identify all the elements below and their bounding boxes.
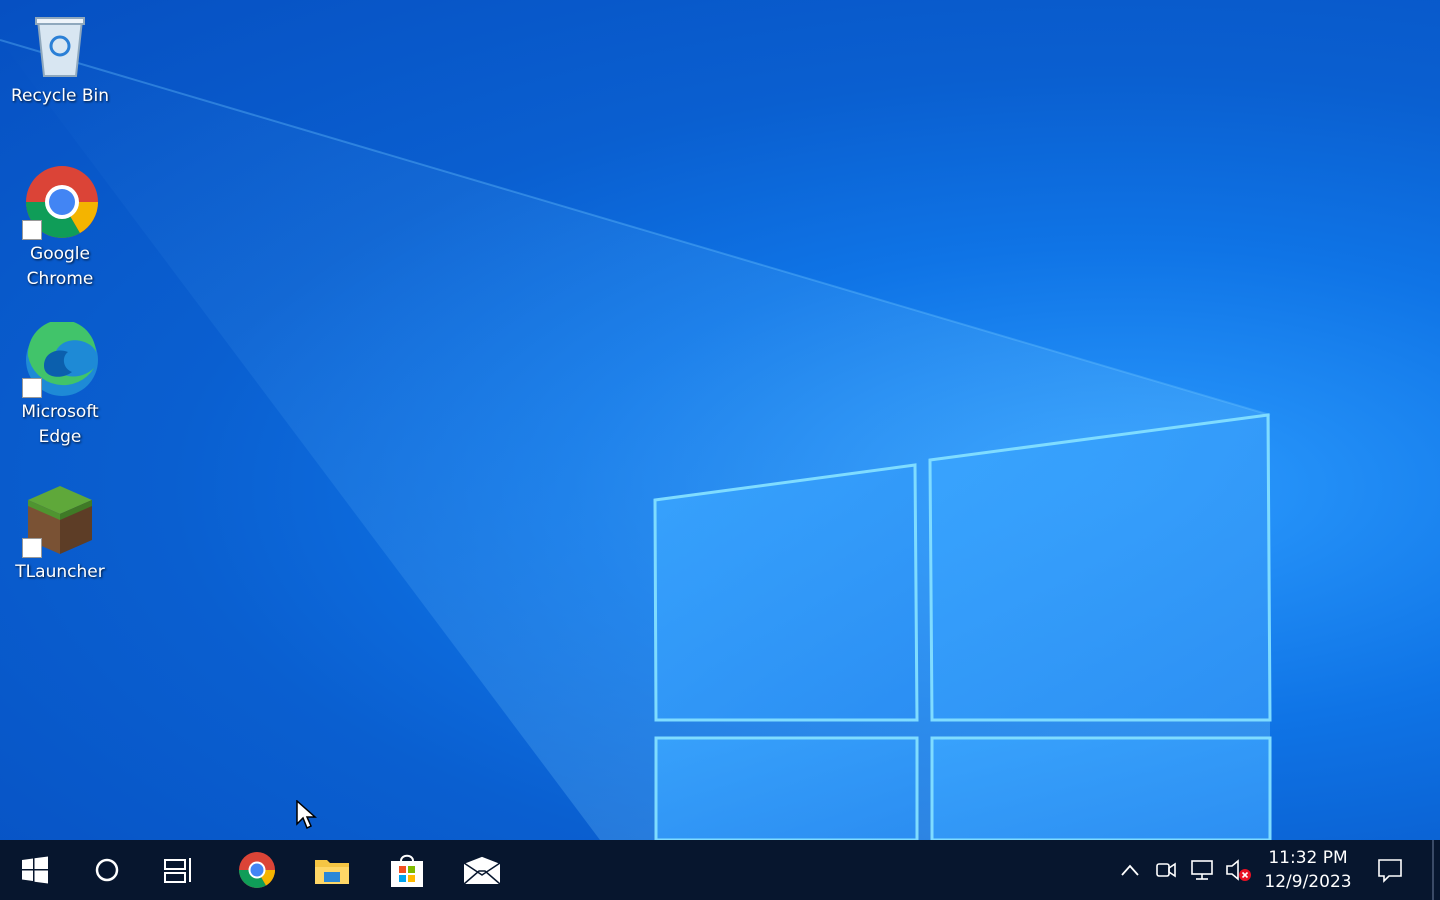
network-button[interactable] (1186, 854, 1218, 886)
volume-button[interactable] (1222, 854, 1254, 886)
taskbar-mail-button[interactable] (447, 840, 517, 900)
show-desktop-divider[interactable] (1432, 840, 1434, 900)
show-hidden-icons-button[interactable] (1114, 854, 1146, 886)
file-explorer-icon (315, 860, 349, 884)
taskbar: 11:32 PM 12/9/2023 (0, 840, 1440, 900)
mail-icon (463, 855, 501, 885)
clock-date: 12/9/2023 (1264, 872, 1352, 892)
search-button[interactable] (72, 840, 142, 900)
start-icon (22, 856, 48, 884)
action-center-button[interactable] (1374, 854, 1406, 886)
chrome-icon (239, 852, 275, 888)
chrome-icon (22, 164, 98, 240)
edge-icon (22, 319, 98, 398)
notification-icon (1378, 859, 1402, 883)
desktop-icon-label: TLauncher (15, 562, 105, 582)
meet-now-button[interactable] (1150, 854, 1182, 886)
clock[interactable]: 11:32 PM 12/9/2023 (1256, 840, 1360, 900)
tlauncher-icon (22, 482, 98, 558)
task-view-icon (164, 858, 191, 883)
taskbar-store-button[interactable] (372, 840, 442, 900)
volume-muted-icon (1226, 859, 1251, 881)
shortcut-arrow-icon (22, 538, 42, 558)
desktop-icon-label: Recycle Bin (10, 86, 109, 106)
chevron-up-icon (1121, 864, 1139, 876)
windows-logo-wallpaper (653, 413, 1272, 840)
meet-now-icon (1156, 862, 1176, 878)
start-button[interactable] (0, 840, 70, 900)
network-icon (1191, 860, 1213, 880)
task-view-button[interactable] (144, 840, 214, 900)
taskbar-chrome-button[interactable] (222, 840, 292, 900)
shortcut-arrow-icon (22, 378, 42, 398)
microsoft-store-icon (391, 854, 423, 887)
desktop-icon-google-chrome[interactable]: Google Chrome (6, 164, 114, 292)
desktop-icon-recycle-bin[interactable]: Recycle Bin (6, 6, 114, 109)
desktop-icon-label: Microsoft Edge (21, 402, 99, 447)
recycle-bin-icon (22, 6, 98, 82)
desktop: Recycle Bin Google Chrome Microsoft Edge (0, 0, 1440, 840)
desktop-icon-tlauncher[interactable]: TLauncher (6, 482, 114, 585)
search-cortana-icon (95, 858, 119, 882)
taskbar-file-explorer-button[interactable] (297, 840, 367, 900)
clock-time: 11:32 PM (1268, 848, 1348, 868)
desktop-icon-microsoft-edge[interactable]: Microsoft Edge (6, 319, 114, 450)
desktop-icon-label: Google Chrome (26, 244, 94, 289)
shortcut-arrow-icon (22, 220, 42, 240)
mouse-cursor-icon (296, 800, 317, 830)
